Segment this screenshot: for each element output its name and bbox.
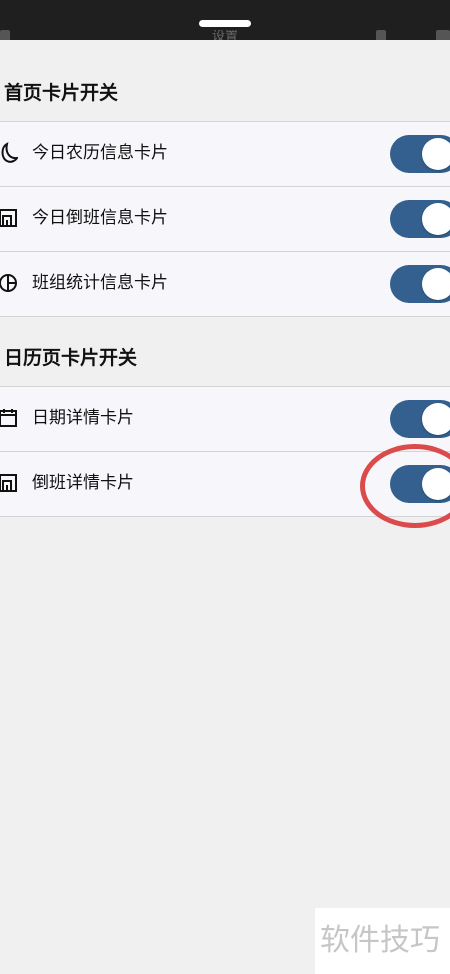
calendar-icon <box>0 409 17 427</box>
setting-row-label: 今日农历信息卡片 <box>32 143 168 163</box>
section-title-calendar-cards: 日历页卡片开关 <box>4 347 138 369</box>
calendar-icon[interactable] <box>0 30 10 40</box>
setting-row-label: 今日倒班信息卡片 <box>32 208 168 228</box>
toggle-knob <box>422 403 450 435</box>
bell-icon[interactable] <box>376 30 386 40</box>
settings-group-home-cards: 今日农历信息卡片 今日倒班信息卡片 班组统计信息卡片 <box>0 121 450 317</box>
page-title: 设置 <box>211 30 238 40</box>
share-icon[interactable] <box>436 30 450 40</box>
moon-icon <box>1 142 18 163</box>
date-detail-card-toggle[interactable] <box>390 400 450 438</box>
section-title-home-cards: 首页卡片开关 <box>4 82 119 104</box>
toggle-knob <box>422 138 450 170</box>
watermark: 软件技巧 <box>315 908 450 974</box>
lunar-card-toggle[interactable] <box>390 135 450 173</box>
setting-row-label: 日期详情卡片 <box>32 408 134 428</box>
toggle-knob <box>422 203 450 235</box>
shift-icon <box>0 474 17 492</box>
toggle-knob <box>422 268 450 300</box>
setting-row-shift-card[interactable]: 今日倒班信息卡片 <box>0 186 450 251</box>
setting-row-lunar-card[interactable]: 今日农历信息卡片 <box>0 122 450 186</box>
top-bar: 设置 <box>0 0 450 40</box>
shift-card-toggle[interactable] <box>390 200 450 238</box>
pie-chart-icon <box>0 274 17 292</box>
setting-row-label: 班组统计信息卡片 <box>32 273 168 293</box>
setting-row-team-stats-card[interactable]: 班组统计信息卡片 <box>0 251 450 316</box>
sheet-grabber-handle[interactable] <box>199 20 251 27</box>
shift-icon <box>0 209 17 227</box>
setting-row-label: 倒班详情卡片 <box>32 473 134 493</box>
team-stats-card-toggle[interactable] <box>390 265 450 303</box>
watermark-text: 软件技巧 <box>320 923 440 958</box>
setting-row-date-detail-card[interactable]: 日期详情卡片 <box>0 387 450 451</box>
